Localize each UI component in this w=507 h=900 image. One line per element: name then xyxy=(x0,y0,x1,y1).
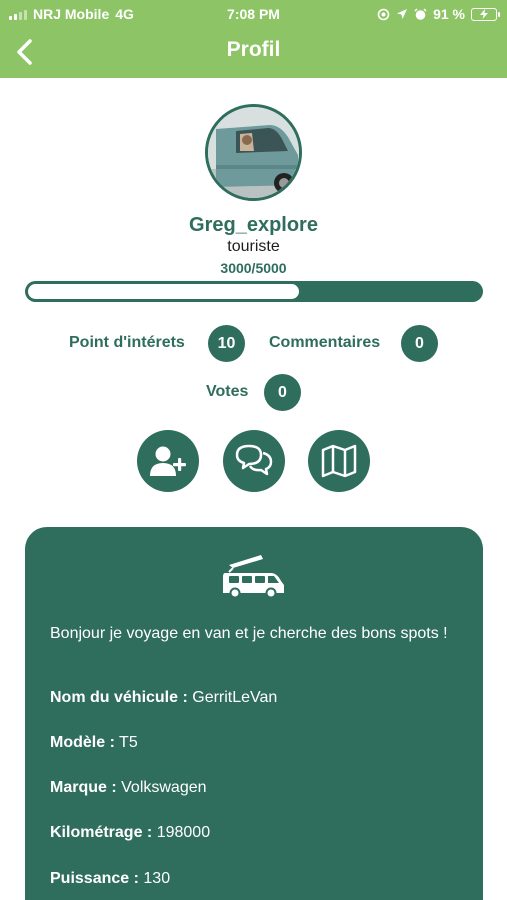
model-value: T5 xyxy=(119,734,138,751)
page-title: Profil xyxy=(226,38,281,61)
avatar xyxy=(205,104,302,201)
alarm-icon xyxy=(414,7,427,20)
campervan-icon xyxy=(223,555,284,599)
xp-progress-fill xyxy=(28,284,300,299)
power-value: 130 xyxy=(143,870,171,887)
mileage-row: Kilométrage : 198000 xyxy=(50,824,210,842)
map-icon xyxy=(321,444,357,478)
mileage-value: 198000 xyxy=(156,824,211,841)
user-role: touriste xyxy=(227,238,280,255)
stat-label-comments: Commentaires xyxy=(269,334,381,351)
stat-label-votes: Votes xyxy=(206,383,249,400)
brand-label: Marque : xyxy=(50,779,117,796)
chat-bubbles-icon xyxy=(235,444,273,476)
bio-text: Bonjour je voyage en van et je cherche d… xyxy=(50,625,448,642)
battery-percentage: 91 % xyxy=(433,6,465,22)
vehicle-name-row: Nom du véhicule : GerritLeVan xyxy=(50,689,277,707)
vehicle-name-value: GerritLeVan xyxy=(192,689,278,706)
stat-badge-votes: 0 xyxy=(264,374,301,411)
location-lock-icon xyxy=(377,8,390,20)
power-label: Puissance : xyxy=(50,870,139,887)
chat-button[interactable] xyxy=(223,430,285,492)
stat-badge-points: 10 xyxy=(208,325,245,362)
power-row: Puissance : 130 xyxy=(50,870,170,888)
vehicle-info-card: Bonjour je voyage en van et je cherche d… xyxy=(25,527,483,900)
username: Greg_explore xyxy=(189,214,318,236)
brand-value: Volkswagen xyxy=(121,779,207,796)
brand-row: Marque : Volkswagen xyxy=(50,779,207,797)
model-row: Modèle : T5 xyxy=(50,734,138,752)
add-user-icon xyxy=(150,446,186,476)
stat-label-points: Point d'intérets xyxy=(69,334,185,351)
location-arrow-icon xyxy=(397,9,408,19)
map-button[interactable] xyxy=(308,430,370,492)
top-header: NRJ Mobile 4G 7:08 PM 91 % Profil xyxy=(0,0,507,78)
xp-counter: 3000/5000 xyxy=(220,260,287,276)
status-bar: NRJ Mobile 4G 7:08 PM 91 % xyxy=(0,0,507,28)
mileage-label: Kilométrage : xyxy=(50,824,153,841)
van-photo xyxy=(208,107,299,198)
battery-charging-icon xyxy=(471,7,500,21)
stat-badge-comments: 0 xyxy=(401,325,438,362)
xp-progress-bar xyxy=(25,281,483,302)
vehicle-name-label: Nom du véhicule : xyxy=(50,689,188,706)
add-friend-button[interactable] xyxy=(137,430,199,492)
model-label: Modèle : xyxy=(50,734,115,751)
